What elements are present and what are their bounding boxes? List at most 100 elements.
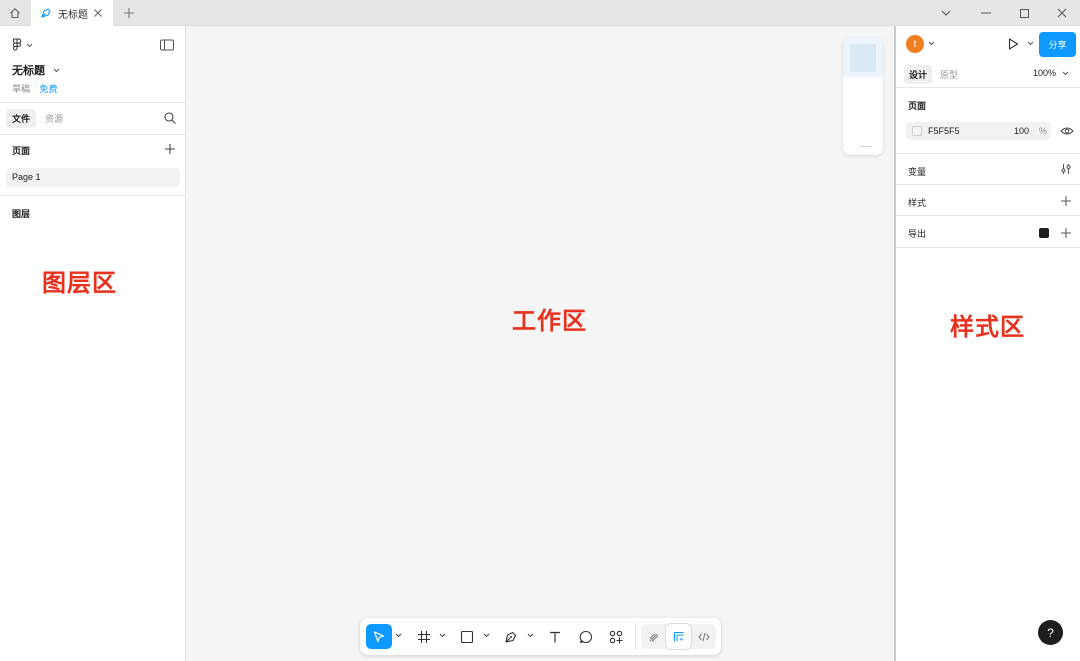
- search-icon[interactable]: [163, 111, 177, 125]
- layers-panel: 无标题 草稿 免费 文件 资源 页面 Page 1 图层 图层区: [0, 26, 186, 661]
- maximize-button[interactable]: [1005, 0, 1043, 26]
- pen-tool-button[interactable]: [498, 624, 524, 649]
- dev-mode-button[interactable]: [691, 624, 716, 649]
- close-icon: [1057, 8, 1067, 18]
- home-icon: [10, 8, 20, 19]
- chevron-down-icon[interactable]: [928, 41, 935, 46]
- divider: [896, 184, 1080, 185]
- maximize-icon: [1019, 8, 1029, 18]
- export-preview-swatch[interactable]: [1039, 228, 1049, 238]
- figma-logo-icon: [12, 38, 22, 51]
- divider: [896, 215, 1080, 216]
- page-list-item[interactable]: Page 1: [6, 168, 180, 187]
- draw-mode-button[interactable]: [641, 624, 666, 649]
- design-mode-icon: [673, 631, 683, 641]
- cursor-arrow-icon: [373, 630, 385, 642]
- chevron-down-icon: [941, 10, 951, 16]
- text-t-icon: [550, 631, 560, 642]
- pen-tool-icon: [41, 8, 51, 18]
- chevron-down-icon: [26, 43, 33, 47]
- main-menu-button[interactable]: [12, 38, 33, 52]
- variables-heading: 变量: [908, 167, 927, 177]
- chevron-down-icon: [53, 68, 60, 72]
- zoom-value: 100%: [1033, 68, 1057, 78]
- annotation-layers-area: 图层区: [42, 270, 117, 297]
- eye-icon[interactable]: [1060, 125, 1074, 137]
- chevron-down-icon[interactable]: [483, 633, 490, 638]
- divider: [0, 102, 186, 103]
- rectangle-icon: [460, 630, 474, 643]
- bottom-toolbar: [360, 618, 721, 655]
- design-mode-button[interactable]: [666, 624, 691, 649]
- new-tab-icon[interactable]: [121, 5, 137, 21]
- text-tool-button[interactable]: [542, 624, 568, 649]
- rectangle-tool-button[interactable]: [454, 624, 480, 649]
- present-play-icon[interactable]: [1006, 37, 1020, 51]
- background-swatch[interactable]: [912, 126, 922, 136]
- styles-heading: 样式: [908, 198, 927, 208]
- title-bar: 无标题: [0, 0, 1080, 26]
- sidebar-toggle-icon[interactable]: [159, 37, 175, 53]
- minimize-icon: [981, 12, 991, 14]
- divider: [896, 87, 1080, 88]
- minimap-frame: [850, 44, 876, 72]
- divider: [896, 153, 1080, 154]
- chevron-down-icon[interactable]: [527, 633, 534, 638]
- file-status: 草稿: [12, 84, 31, 94]
- divider: [896, 247, 1080, 248]
- opacity-unit: %: [1039, 126, 1048, 136]
- properties-panel: t 分享 设计 原型 100% 页面 F5F5F5 100 % 变量 样式 导出…: [894, 26, 1080, 661]
- add-export-icon[interactable]: [1060, 227, 1072, 239]
- help-button[interactable]: ?: [1038, 620, 1063, 645]
- right-panel-tabs: 设计 原型: [904, 65, 966, 84]
- mode-switcher: [641, 624, 716, 649]
- tab-assets[interactable]: 资源: [39, 109, 69, 128]
- file-name: 无标题: [12, 65, 45, 77]
- close-tab-icon[interactable]: [91, 6, 105, 20]
- background-color-field[interactable]: F5F5F5 100 %: [906, 122, 1051, 140]
- home-button[interactable]: [0, 0, 30, 26]
- pen-nib-icon: [505, 631, 517, 643]
- components-grid-icon: [609, 630, 623, 643]
- minimize-button[interactable]: [967, 0, 1005, 26]
- comment-tool-button[interactable]: [573, 624, 599, 649]
- file-meta: 草稿 免费: [12, 82, 58, 95]
- left-panel-tabs: 文件 资源: [6, 109, 72, 128]
- tab-title: 无标题: [58, 9, 88, 21]
- add-page-icon[interactable]: [163, 142, 177, 156]
- minimap-indicator: [860, 146, 872, 147]
- file-tab[interactable]: 无标题: [31, 0, 113, 26]
- comment-bubble-icon: [579, 630, 593, 643]
- components-tool-button[interactable]: [603, 624, 629, 649]
- move-tool-button[interactable]: [366, 624, 392, 649]
- pages-heading: 页面: [12, 146, 31, 156]
- plan-badge[interactable]: 免费: [40, 84, 58, 94]
- close-window-button[interactable]: [1043, 0, 1080, 26]
- divider: [0, 134, 186, 135]
- chevron-down-icon[interactable]: [1027, 41, 1034, 46]
- page-section-heading: 页面: [908, 101, 927, 111]
- zoom-dropdown[interactable]: 100%: [1033, 68, 1069, 78]
- annotation-style-area: 样式区: [950, 314, 1025, 341]
- add-style-icon[interactable]: [1060, 195, 1072, 207]
- sliders-icon[interactable]: [1060, 163, 1072, 175]
- toolbar-divider: [635, 623, 636, 650]
- chevron-down-icon[interactable]: [395, 633, 402, 638]
- tab-prototype[interactable]: 原型: [935, 65, 963, 84]
- dropdown-button[interactable]: [927, 0, 965, 26]
- divider: [0, 195, 186, 196]
- annotation-work-area: 工作区: [512, 308, 587, 335]
- tab-file[interactable]: 文件: [6, 109, 37, 128]
- layers-heading: 图层: [12, 209, 31, 219]
- chevron-down-icon: [1062, 71, 1069, 75]
- share-button[interactable]: 分享: [1039, 32, 1076, 57]
- tab-design[interactable]: 设计: [904, 65, 933, 84]
- chevron-down-icon[interactable]: [439, 633, 446, 638]
- frame-tool-button[interactable]: [411, 624, 437, 649]
- minimap[interactable]: [843, 37, 883, 155]
- code-brackets-icon: [697, 632, 710, 641]
- background-opacity[interactable]: 100: [1014, 126, 1029, 136]
- avatar[interactable]: t: [906, 35, 924, 53]
- background-hex[interactable]: F5F5F5: [928, 126, 960, 136]
- file-name-menu[interactable]: 无标题: [12, 62, 60, 78]
